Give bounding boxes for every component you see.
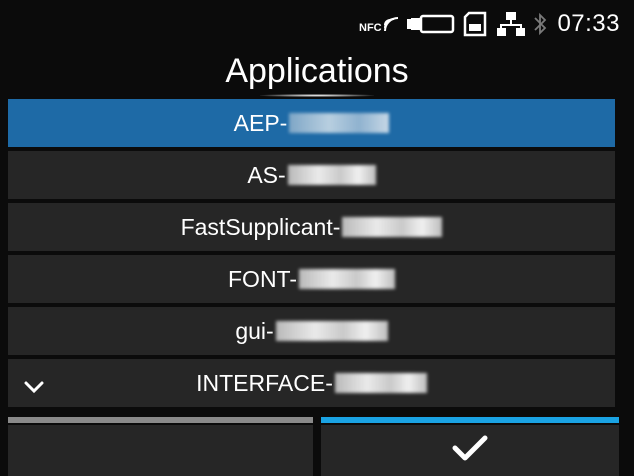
redacted-text: [299, 269, 395, 289]
sd-card-icon: [463, 11, 489, 37]
list-item-interface[interactable]: INTERFACE-: [8, 359, 615, 407]
redacted-text: [342, 217, 443, 237]
left-softkey-indicator: [8, 417, 313, 423]
redacted-text: [275, 321, 388, 341]
status-clock: 07:33: [557, 10, 620, 37]
list-item-label: gui-: [235, 317, 274, 344]
list-item-label: AS-: [247, 161, 286, 188]
list-item-label: INTERFACE-: [196, 369, 333, 396]
redacted-text: [289, 113, 390, 133]
list-item-label: FONT-: [228, 265, 297, 292]
redacted-text: [334, 373, 427, 393]
list-item-gui[interactable]: gui-: [8, 307, 615, 355]
list-item-label: AEP-: [233, 109, 288, 136]
title-underline: [260, 94, 374, 97]
checkmark-icon: [450, 433, 490, 468]
chevron-down-icon[interactable]: [24, 373, 44, 400]
redacted-text: [287, 165, 376, 185]
right-softkey-indicator: [321, 417, 619, 423]
list-item-label: FastSupplicant-: [180, 213, 341, 240]
status-bar: NFC 07:33: [0, 0, 634, 48]
network-icon: [497, 11, 526, 37]
list-item-font[interactable]: FONT-: [8, 255, 615, 303]
applications-list: AEP- AS- FastSupplicant- FONT- gui- INTE…: [8, 99, 615, 411]
battery-icon: [407, 13, 455, 35]
nfc-icon: NFC: [359, 13, 399, 35]
list-item-as[interactable]: AS-: [8, 151, 615, 199]
svg-text:NFC: NFC: [359, 22, 382, 34]
list-item-fastsupplicant[interactable]: FastSupplicant-: [8, 203, 615, 251]
screen-title: Applications: [225, 52, 409, 90]
confirm-button[interactable]: [321, 425, 619, 476]
bluetooth-icon: [533, 12, 547, 36]
left-softkey-button[interactable]: [8, 425, 313, 476]
list-item-aep[interactable]: AEP-: [8, 99, 615, 147]
